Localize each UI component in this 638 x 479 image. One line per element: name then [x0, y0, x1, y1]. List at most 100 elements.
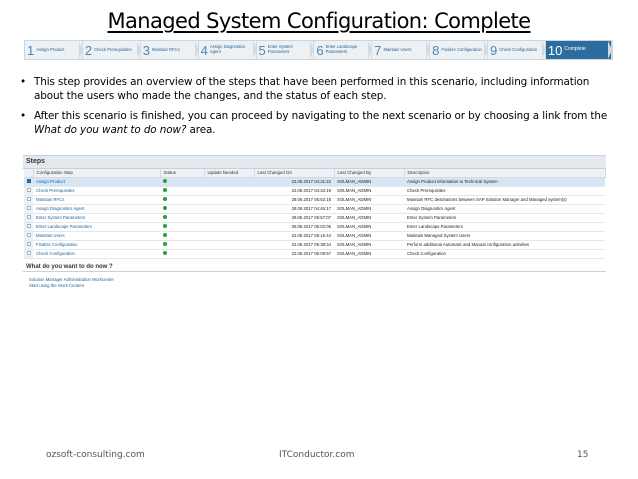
- bullet-list: • This step provides an overview of the …: [20, 75, 620, 143]
- table-row[interactable]: Check Configuration 22.06.2017 06:08:57 …: [24, 249, 605, 259]
- step-link[interactable]: Check Prerequisites: [33, 186, 160, 196]
- row-selector[interactable]: [24, 186, 33, 196]
- update-needed-cell: [204, 249, 254, 259]
- page-number: 15: [577, 450, 589, 460]
- update-needed-cell: [204, 222, 254, 232]
- status-cell: [160, 204, 204, 214]
- step-label: Maintain RFCs: [151, 46, 180, 52]
- row-selector[interactable]: [24, 240, 33, 250]
- wizard-step-check-configuration[interactable]: 9 Check Configuration: [488, 41, 546, 59]
- bullet-text-end: area.: [186, 124, 216, 136]
- link-start-using-work-centers[interactable]: Start using the Work Centers: [29, 283, 606, 289]
- wizard-step-enter-system-parameters[interactable]: 5 Enter System Parameters: [257, 41, 315, 59]
- row-select-box[interactable]: [27, 179, 31, 183]
- wizard-step-assign-diagnostics-agent[interactable]: 4 Assign Diagnostics Agent: [199, 41, 257, 59]
- last-changed-on: 28.06.2017 05:52:18: [254, 195, 334, 205]
- steps-table: Configuration Step Status Update Needed …: [24, 169, 606, 259]
- last-changed-on: 22.06.2017 05:38:34: [254, 240, 334, 250]
- step-link[interactable]: Enter Landscape Parameters: [33, 222, 160, 232]
- last-changed-by: SOLMAN_ADMIN: [334, 231, 404, 241]
- update-needed-cell: [204, 186, 254, 196]
- step-label: Assign Diagnostics Agent: [209, 44, 246, 54]
- table-row[interactable]: Assign Diagnostics Agent 28.06.2017 04:4…: [24, 204, 605, 214]
- row-select-box[interactable]: [27, 224, 31, 228]
- status-ok-icon: [163, 197, 167, 201]
- table-header-row: Configuration Step Status Update Needed …: [24, 169, 606, 178]
- step-link[interactable]: Maintain Users: [33, 231, 160, 241]
- row-selector[interactable]: [24, 213, 33, 223]
- status-ok-icon: [163, 251, 167, 255]
- row-selector[interactable]: [24, 204, 33, 214]
- table-row[interactable]: Maintain Users 22.06.2017 05:16:44 SOLMA…: [24, 231, 605, 241]
- last-changed-on: 28.06.2017 06:02:06: [254, 222, 334, 232]
- status-ok-icon: [163, 179, 167, 183]
- row-selector[interactable]: [24, 195, 33, 205]
- column-header[interactable]: Last Changed By: [334, 169, 405, 178]
- column-header[interactable]: Description: [404, 169, 606, 178]
- step-description: Check Configuration: [404, 249, 605, 259]
- row-selector[interactable]: [24, 249, 33, 259]
- step-number: 6: [316, 42, 324, 58]
- bullet-item: • This step provides an overview of the …: [20, 75, 620, 103]
- step-link[interactable]: Enter System Parameters: [33, 213, 160, 223]
- table-row[interactable]: Check Prerequisites 22.06.2017 04:34:19 …: [24, 186, 605, 196]
- row-select-box[interactable]: [27, 233, 31, 237]
- last-changed-by: SOLMAN_ADMIN: [334, 186, 404, 196]
- step-label: Enter Landscape Parameters: [325, 44, 358, 54]
- wizard-step-check-prerequisites[interactable]: 2 Check Prerequisites: [83, 41, 141, 59]
- step-number: 1: [27, 42, 35, 58]
- last-changed-on: 22.06.2017 04:31:22: [254, 177, 334, 187]
- step-link[interactable]: Finalize Configuration: [33, 240, 160, 250]
- table-row[interactable]: Assign Product 22.06.2017 04:31:22 SOLMA…: [24, 177, 605, 187]
- step-description: Enter System Parameters: [404, 213, 605, 223]
- step-number: 7: [374, 42, 382, 58]
- step-link[interactable]: Assign Product: [33, 177, 160, 187]
- row-select-box[interactable]: [27, 251, 31, 255]
- status-ok-icon: [163, 206, 167, 210]
- status-ok-icon: [163, 224, 167, 228]
- step-link[interactable]: Maintain RFCs: [33, 195, 160, 205]
- step-label: Check Prerequisites: [94, 46, 132, 52]
- last-changed-on: 28.06.2017 05:57:07: [254, 213, 334, 223]
- column-header[interactable]: Status: [160, 169, 205, 178]
- row-selector[interactable]: [24, 231, 33, 241]
- wizard-step-finalize-configuration[interactable]: 8 Finalize Configuration: [430, 41, 488, 59]
- column-header[interactable]: Update Needed: [204, 169, 255, 178]
- wizard-step-maintain-users[interactable]: 7 Maintain Users: [372, 41, 431, 59]
- step-description: Assign Diagnostics Agent: [404, 204, 605, 214]
- table-row[interactable]: Finalize Configuration 22.06.2017 05:38:…: [24, 240, 605, 250]
- status-ok-icon: [163, 242, 167, 246]
- bullet-dot: •: [20, 76, 27, 88]
- table-row[interactable]: Maintain RFCs 28.06.2017 05:52:18 SOLMAN…: [24, 195, 605, 205]
- status-cell: [160, 222, 204, 232]
- step-link[interactable]: Assign Diagnostics Agent: [33, 204, 160, 214]
- wizard-step-maintain-rfcs[interactable]: 3 Maintain RFCs: [141, 41, 199, 59]
- column-header[interactable]: Configuration Step: [33, 169, 161, 178]
- bullet-text-start: After this scenario is finished, you can…: [34, 110, 608, 122]
- row-select-box[interactable]: [27, 242, 31, 246]
- table-row[interactable]: Enter Landscape Parameters 28.06.2017 06…: [24, 222, 605, 232]
- step-number: 3: [142, 42, 150, 58]
- row-select-box[interactable]: [27, 188, 31, 192]
- footer-left: ozsoft-consulting.com: [46, 450, 145, 460]
- step-link[interactable]: Check Configuration: [33, 249, 160, 259]
- step-label: Maintain Users: [383, 46, 412, 52]
- row-selector[interactable]: [24, 222, 33, 232]
- row-select-box[interactable]: [27, 215, 31, 219]
- wizard-step-assign-product[interactable]: 1 Assign Product: [25, 41, 83, 59]
- table-row[interactable]: Enter System Parameters 28.06.2017 05:57…: [24, 213, 605, 223]
- row-select-box[interactable]: [27, 197, 31, 201]
- row-selector[interactable]: [24, 177, 33, 187]
- status-cell: [160, 249, 204, 259]
- column-header[interactable]: Last Changed On: [254, 169, 335, 178]
- step-number: 2: [84, 42, 93, 58]
- wizard-step-enter-landscape-parameters[interactable]: 6 Enter Landscape Parameters: [314, 41, 373, 59]
- steps-screenshot-panel: Steps Configuration Step Status Update N…: [23, 155, 606, 315]
- bullet-dot: •: [20, 110, 27, 122]
- wizard-step-complete[interactable]: 10 Complete: [545, 41, 612, 59]
- steps-panel-title: Steps: [23, 155, 606, 169]
- row-select-box[interactable]: [27, 206, 31, 210]
- update-needed-cell: [204, 213, 254, 223]
- status-cell: [160, 186, 204, 196]
- last-changed-by: SOLMAN_ADMIN: [334, 249, 404, 259]
